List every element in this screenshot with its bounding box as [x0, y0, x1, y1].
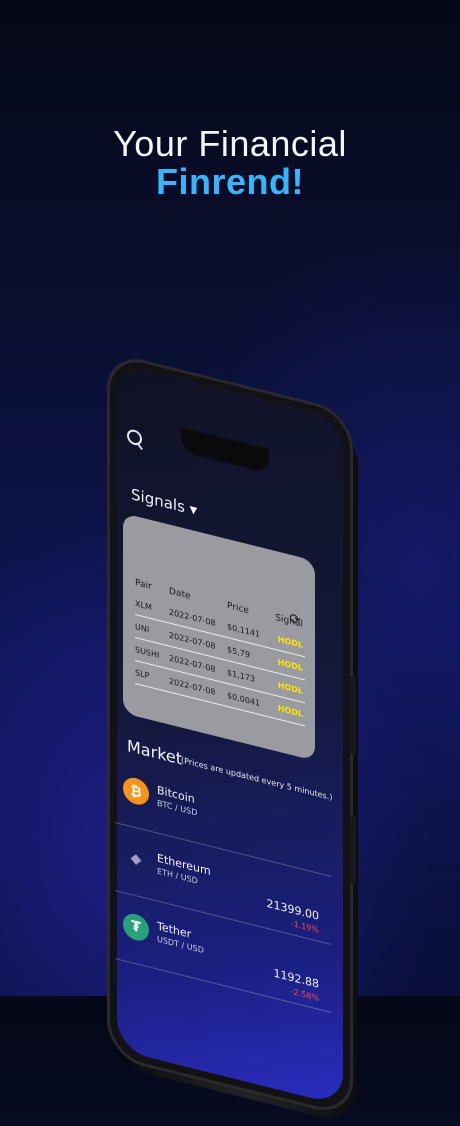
row-price: $0,1141: [227, 621, 261, 639]
signals-dropdown[interactable]: Signals ▾: [131, 485, 197, 520]
tether-icon: ₮: [123, 910, 149, 944]
signals-table: Pair Date Price Signal XLM 2022-07-08 $0…: [135, 574, 305, 727]
ethereum-icon: ◆: [130, 849, 142, 869]
market-title: Market: [127, 735, 182, 769]
row-price: $0,0041: [227, 690, 261, 708]
row-signal: HODL: [277, 680, 303, 696]
phone-side-button-2: [350, 815, 356, 885]
headline-line-1: Your Financial: [113, 123, 347, 164]
signals-card: ⟳ Pair Date Price Signal XLM 2022-07-08 …: [123, 512, 315, 761]
row-price: $5,79: [227, 644, 250, 660]
bitcoin-icon: ₿: [123, 774, 149, 808]
row-signal: HODL: [277, 634, 303, 650]
row-pair: UNI: [135, 621, 150, 635]
row-pair: SUSHI: [135, 644, 160, 660]
row-signal: HODL: [277, 657, 303, 673]
row-price: $1,173: [227, 667, 255, 684]
search-icon[interactable]: [127, 427, 143, 450]
phone-mockup: Signals ▾ ⟳ Pair Date Price Signal XLM 2…: [95, 345, 375, 1126]
headline-line-2: Finrend!: [156, 160, 304, 202]
headline: Your Financial Finrend!: [0, 125, 460, 201]
row-pair: SLP: [135, 667, 150, 681]
row-signal: HODL: [277, 703, 303, 719]
row-pair: XLM: [135, 598, 152, 612]
app-screen: Signals ▾ ⟳ Pair Date Price Signal XLM 2…: [107, 351, 347, 1111]
phone-side-button: [350, 675, 356, 755]
